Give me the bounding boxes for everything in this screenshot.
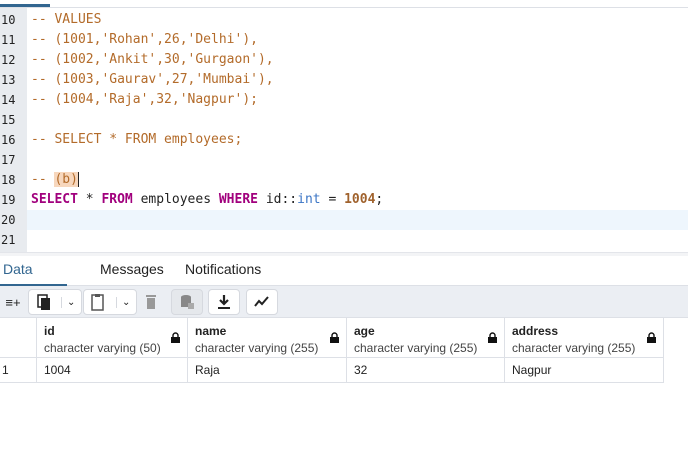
code-line xyxy=(27,210,688,230)
bracket-highlight: (b) xyxy=(54,172,78,187)
download-icon xyxy=(218,295,230,309)
row-number[interactable]: 1 xyxy=(0,358,37,382)
code-line: SELECT * FROM employees WHERE id::int = … xyxy=(27,190,688,210)
paste-dropdown-chevron-icon[interactable]: ⌄ xyxy=(116,296,135,308)
delete-button[interactable] xyxy=(138,289,164,315)
copy-button[interactable]: ⌄ xyxy=(28,289,82,315)
paste-icon xyxy=(91,294,104,311)
sql-editor[interactable]: 10 -- VALUES 11 -- (1001,'Rohan',26,'Delhi… xyxy=(0,8,688,252)
line-number: 19 xyxy=(1,193,16,207)
line-number: 20 xyxy=(1,213,16,227)
cell-id[interactable]: 1004 xyxy=(37,358,188,382)
active-tab-indicator xyxy=(0,4,50,7)
copy-dropdown-chevron-icon[interactable]: ⌄ xyxy=(61,296,80,308)
paste-button[interactable]: ⌄ xyxy=(83,289,137,315)
lock-icon xyxy=(330,332,339,343)
column-header-name[interactable]: name character varying (255) xyxy=(188,318,347,357)
keyword: SELECT xyxy=(31,192,78,207)
cell-age[interactable]: 32 xyxy=(347,358,505,382)
cell-name[interactable]: Raja xyxy=(188,358,347,382)
line-number: 12 xyxy=(1,53,16,67)
keyword: WHERE xyxy=(218,192,258,207)
lock-icon xyxy=(171,332,180,343)
token: employees xyxy=(132,192,219,207)
tab-notifications[interactable]: Notifications xyxy=(185,256,261,286)
row-number-header xyxy=(0,318,37,357)
editor-tab-bar xyxy=(0,0,688,8)
column-name: age xyxy=(354,324,375,338)
number-token: 1004 xyxy=(344,192,376,207)
code-line: -- (1001,'Rohan',26,'Delhi'), xyxy=(31,32,258,47)
header-row: id character varying (50) name character v… xyxy=(0,318,664,358)
code-line: -- (1004,'Raja',32,'Nagpur'); xyxy=(31,92,258,107)
output-tabs: Data Output Messages Notifications xyxy=(0,256,688,303)
line-number: 14 xyxy=(1,93,16,107)
line-number: 10 xyxy=(1,13,16,27)
column-header-address[interactable]: address character varying (255) xyxy=(505,318,664,357)
type-token: int xyxy=(297,192,321,207)
token: ; xyxy=(375,192,384,207)
line-number: 16 xyxy=(1,133,16,147)
trash-icon xyxy=(146,295,156,309)
column-header-id[interactable]: id character varying (50) xyxy=(37,318,188,357)
line-number: 18 xyxy=(1,173,16,187)
keyword: FROM xyxy=(101,192,133,207)
results-toolbar: ≡+ ⌄ ⌄ xyxy=(0,286,688,318)
token: id:: xyxy=(258,192,298,207)
code-line: -- VALUES xyxy=(31,12,102,27)
add-row-button[interactable]: ≡+ xyxy=(0,289,26,315)
tab-messages[interactable]: Messages xyxy=(100,256,164,286)
line-number: 13 xyxy=(1,73,16,87)
column-name: address xyxy=(512,324,559,338)
save-data-button[interactable] xyxy=(171,289,203,315)
line-number: 17 xyxy=(1,153,16,167)
table-row[interactable]: 1 1004 Raja 32 Nagpur xyxy=(0,358,664,383)
column-header-age[interactable]: age character varying (255) xyxy=(347,318,505,357)
line-chart-icon xyxy=(254,296,269,307)
lock-icon xyxy=(488,332,497,343)
column-type: character varying (255) xyxy=(195,341,319,355)
lock-icon xyxy=(647,332,656,343)
column-type: character varying (50) xyxy=(44,341,161,355)
code-line: -- SELECT * FROM employees; xyxy=(31,132,243,147)
copy-icon xyxy=(37,294,50,310)
line-number: 15 xyxy=(1,113,16,127)
token: * xyxy=(77,192,102,207)
graph-visualiser-button[interactable] xyxy=(246,289,278,315)
download-button[interactable] xyxy=(208,289,240,315)
token: = xyxy=(320,192,345,207)
cell-address[interactable]: Nagpur xyxy=(505,358,664,382)
database-save-icon xyxy=(181,295,194,309)
code-line: -- (b) xyxy=(27,170,688,190)
add-row-icon: ≡+ xyxy=(5,294,21,310)
line-number: 21 xyxy=(1,233,16,247)
text-cursor xyxy=(77,172,79,187)
code-line: -- (1002,'Ankit',30,'Gurgaon'), xyxy=(31,52,274,67)
tab-data-output[interactable]: Data Output xyxy=(0,256,67,303)
column-type: character varying (255) xyxy=(354,341,478,355)
comment-text: -- xyxy=(31,172,55,187)
line-number: 11 xyxy=(1,33,16,47)
column-type: character varying (255) xyxy=(512,341,636,355)
column-name: id xyxy=(44,324,55,338)
column-name: name xyxy=(195,324,227,338)
code-line: -- (1003,'Gaurav',27,'Mumbai'), xyxy=(31,72,274,87)
